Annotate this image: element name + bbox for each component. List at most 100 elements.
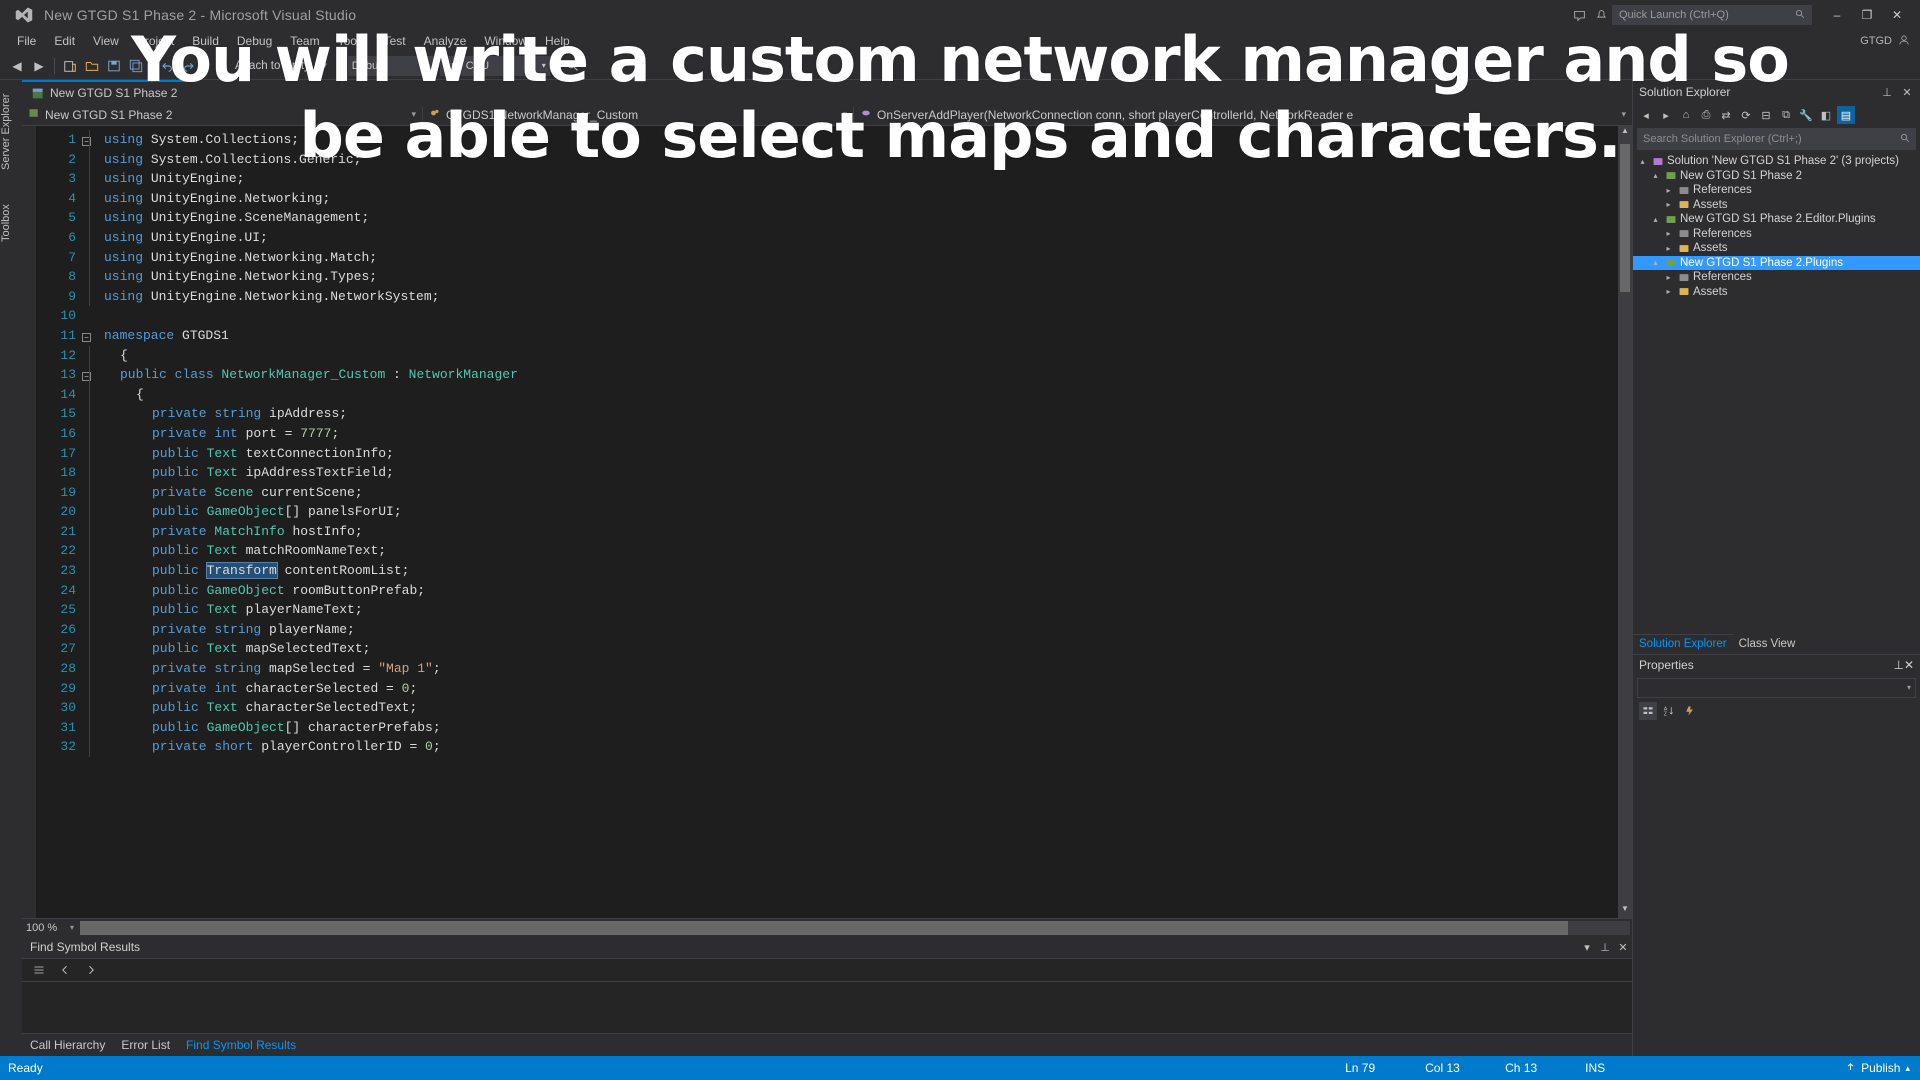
nav-forward-icon[interactable]: ▶ [28,55,50,77]
nav-back-icon[interactable]: ◀ [6,55,28,77]
alphabetical-icon[interactable]: AZ [1660,702,1678,720]
expander-closed-icon[interactable]: ▸ [1663,229,1674,238]
menu-item-view[interactable]: View [84,32,128,50]
save-icon[interactable] [103,55,125,77]
horizontal-scroll-thumb[interactable] [80,920,1568,935]
attach-to-unity-button[interactable]: Attach to Unity [231,55,314,77]
solution-platform-combo[interactable]: Any CPU ▾ [439,55,550,76]
pending-changes-icon[interactable]: ⎙ [1697,106,1715,124]
home-icon[interactable]: ⌂ [1677,106,1695,124]
document-tab-active[interactable]: New GTGD S1 Phase 2 [22,80,188,104]
code-text-area[interactable]: using System.Collections; using System.Co… [98,126,1618,918]
close-button[interactable]: ✕ [1882,3,1912,27]
menu-item-edit[interactable]: Edit [45,32,84,50]
fold-cell[interactable]: − [82,326,98,346]
tab-solution-explorer[interactable]: Solution Explorer [1633,633,1733,654]
nav-member-combo[interactable]: OnServerAddPlayer(NetworkConnection conn… [854,104,1632,126]
tree-node[interactable]: ▸ Assets [1633,241,1920,256]
nav-type-combo[interactable]: GTGDS1.NetworkManager_Custom ▾ [423,104,853,126]
menu-item-test[interactable]: Test [375,32,415,50]
tree-node[interactable]: ▸ References [1633,270,1920,285]
tool-tab-toolbox[interactable]: Toolbox [0,192,22,254]
show-all-files-icon[interactable]: ⧉ [1777,106,1795,124]
fold-cell[interactable]: − [82,130,98,150]
properties-object-combo[interactable]: ▾ [1637,677,1916,698]
expander-closed-icon[interactable]: ▸ [1663,186,1674,195]
outlining-margin[interactable]: − − − [82,126,98,918]
class-view-toggle-icon[interactable]: ▤ [1837,106,1855,124]
expander-closed-icon[interactable]: ▸ [1663,244,1674,253]
expander-closed-icon[interactable]: ▸ [1663,273,1674,282]
menu-item-team[interactable]: Team [281,32,328,50]
properties-icon[interactable]: 🔧 [1797,106,1815,124]
expander-open-icon[interactable]: ▴ [1650,171,1661,180]
tree-node[interactable]: ▸ Assets [1633,285,1920,300]
menu-item-build[interactable]: Build [183,32,228,50]
status-publish-group[interactable]: Publish ▴ [1845,1061,1920,1075]
scroll-thumb[interactable] [1620,144,1630,292]
chevron-down-icon[interactable]: ▾ [1578,941,1596,954]
find-icon[interactable] [562,55,584,77]
close-icon[interactable]: ✕ [1614,941,1632,954]
bell-icon[interactable] [1590,4,1612,26]
prev-icon[interactable] [56,961,74,979]
categorized-icon[interactable] [1639,701,1657,720]
attach-to-unity-play-icon[interactable] [209,55,231,77]
editor-horizontal-scrollbar[interactable] [80,920,1630,935]
tree-node[interactable]: ▴ Solution 'New GTGD S1 Phase 2' (3 proje… [1633,154,1920,169]
fold-cell[interactable]: − [82,365,98,385]
menu-item-tools[interactable]: Tools [329,32,375,50]
expander-open-icon[interactable]: ▴ [1637,157,1648,166]
tool-tab-server-explorer[interactable]: Server Explorer [0,84,22,180]
editor-vertical-scrollbar[interactable]: ▲ ▼ [1618,126,1632,918]
scroll-down-arrow-icon[interactable]: ▼ [1618,904,1632,918]
code-editor[interactable]: 1 2 3 4 5 6 7 8 9 10 11 12 13 14 15 16 17 18 19 20 21 22 23 24 2… [22,126,1632,918]
menu-item-file[interactable]: File [8,32,45,50]
user-account-label[interactable]: GTGD [1860,35,1892,47]
close-icon[interactable]: ✕ [1904,658,1914,672]
undo-icon[interactable] [156,55,178,77]
attach-dropdown-icon[interactable]: ▾ [314,55,336,77]
menu-item-debug[interactable]: Debug [228,32,281,50]
tree-node[interactable]: ▴ New GTGD S1 Phase 2.Plugins [1633,255,1920,270]
quick-launch-input[interactable]: Quick Launch (Ctrl+Q) [1612,5,1812,25]
tab-error-list[interactable]: Error List [113,1034,178,1056]
properties-grid[interactable] [1633,721,1920,1056]
new-project-icon[interactable] [59,55,81,77]
tree-node[interactable]: ▴ New GTGD S1 Phase 2.Editor.Plugins [1633,212,1920,227]
solution-explorer-search-input[interactable]: Search Solution Explorer (Ctrl+;) [1637,128,1916,150]
preview-selected-icon[interactable]: ◧ [1817,106,1835,124]
open-file-icon[interactable] [81,55,103,77]
tab-class-view[interactable]: Class View [1733,634,1802,654]
find-symbol-results-list[interactable] [22,982,1632,1034]
list-icon[interactable] [30,961,48,979]
pin-icon[interactable]: ⊥ [1893,658,1903,672]
collapse-all-icon[interactable]: ⊟ [1757,106,1775,124]
maximize-button[interactable]: ❐ [1852,3,1882,27]
editor-zoom-combo[interactable]: 100 % ▾ [22,919,78,936]
tab-call-hierarchy[interactable]: Call Hierarchy [22,1034,113,1056]
redo-icon[interactable] [178,55,200,77]
events-icon[interactable] [1681,702,1699,720]
menu-item-help[interactable]: Help [536,32,579,50]
solution-explorer-tree[interactable]: ▴ Solution 'New GTGD S1 Phase 2' (3 proje… [1633,152,1920,634]
menu-item-project[interactable]: Project [128,32,183,50]
tree-node[interactable]: ▸ References [1633,183,1920,198]
expander-closed-icon[interactable]: ▸ [1663,287,1674,296]
save-all-icon[interactable] [125,55,147,77]
scroll-up-arrow-icon[interactable]: ▲ [1618,126,1632,140]
next-icon[interactable] [82,961,100,979]
sync-icon[interactable]: ⇄ [1717,106,1735,124]
tree-node[interactable]: ▸ Assets [1633,198,1920,213]
user-avatar-icon[interactable] [1898,34,1910,49]
tree-node[interactable]: ▴ New GTGD S1 Phase 2 [1633,169,1920,184]
feedback-icon[interactable] [1568,4,1590,26]
menu-item-window[interactable]: Window [475,32,536,50]
forward-icon[interactable]: ▸ [1657,106,1675,124]
tab-find-symbol-results[interactable]: Find Symbol Results [178,1034,305,1056]
pin-icon[interactable]: ⊥ [1596,941,1614,954]
expander-open-icon[interactable]: ▴ [1650,215,1661,224]
back-icon[interactable]: ◂ [1637,106,1655,124]
tree-node[interactable]: ▸ References [1633,227,1920,242]
expander-closed-icon[interactable]: ▸ [1663,200,1674,209]
